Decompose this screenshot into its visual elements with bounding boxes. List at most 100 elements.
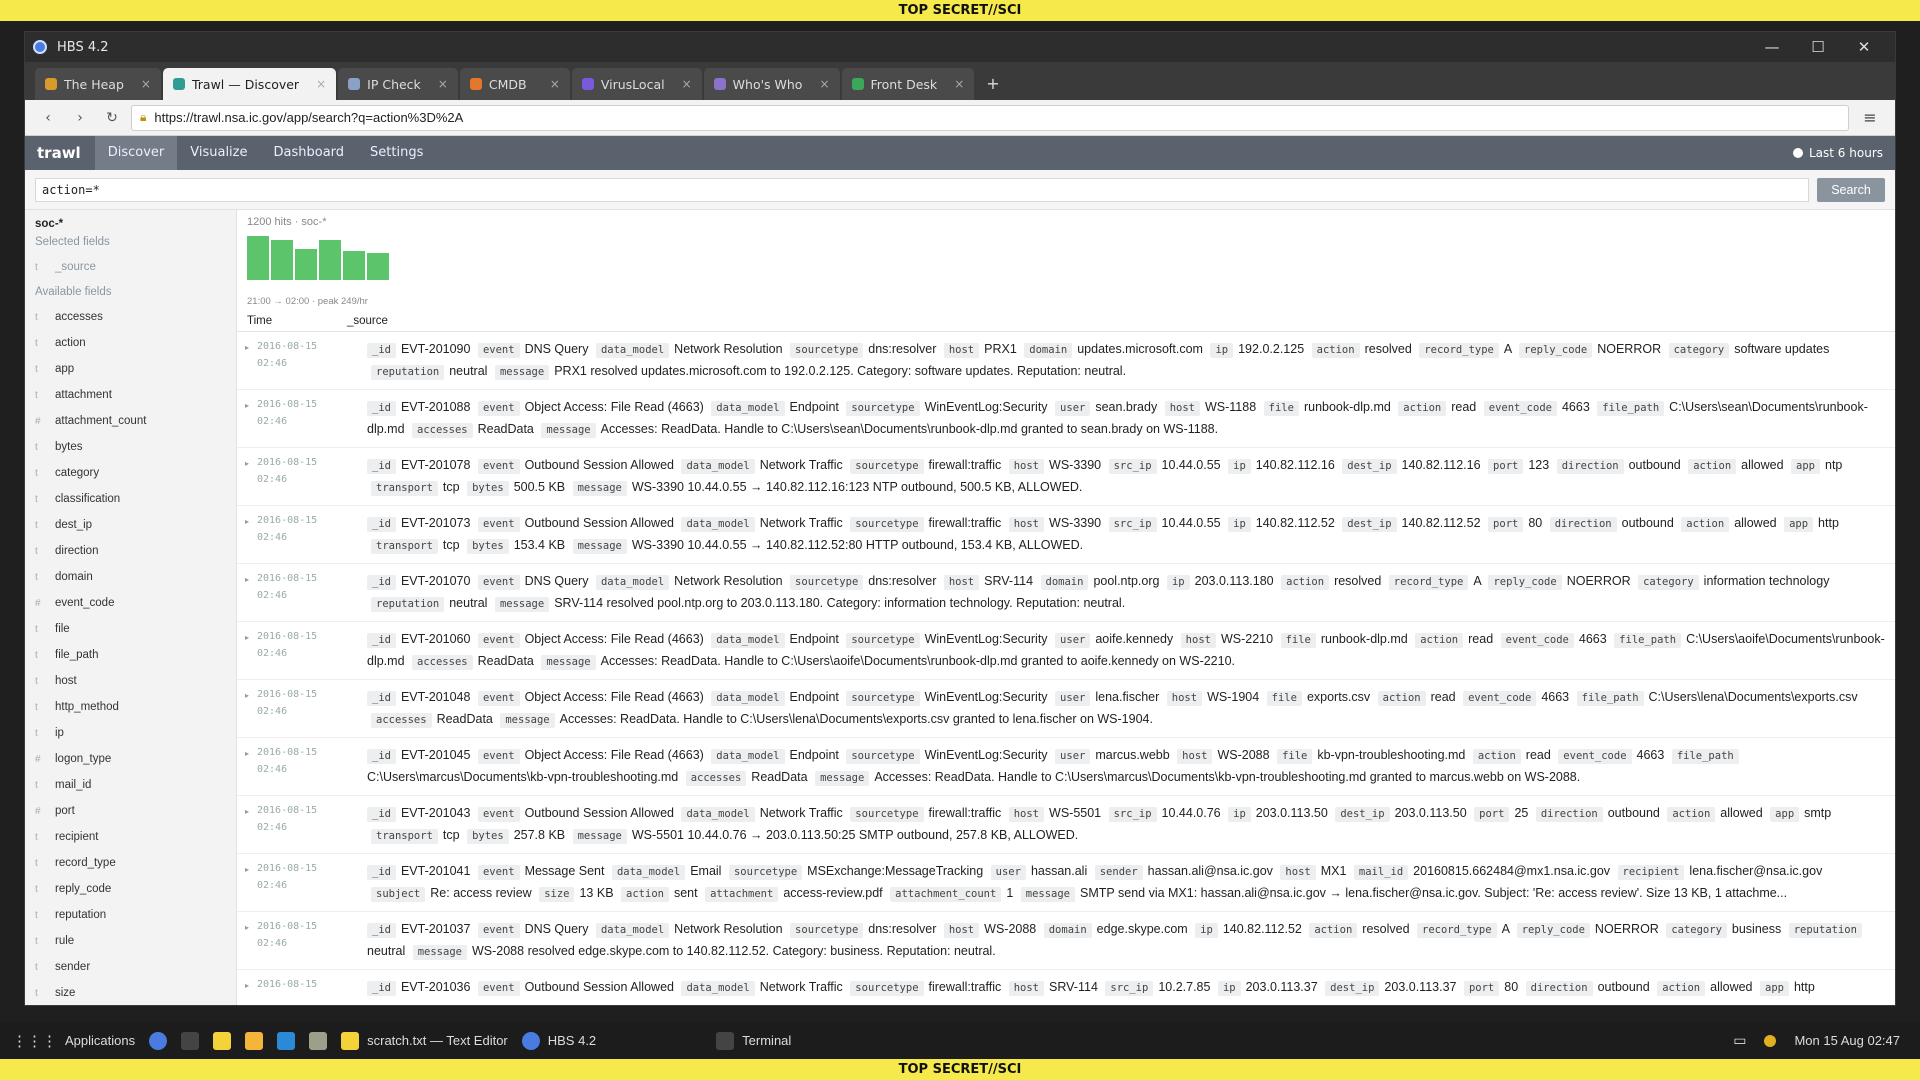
terminal-launcher-icon[interactable]	[181, 1031, 200, 1050]
field-domain[interactable]: t domain	[35, 564, 226, 590]
field-rule[interactable]: t rule	[35, 928, 226, 954]
field-key[interactable]: event_code	[1463, 691, 1537, 706]
field-key[interactable]: port	[1488, 459, 1524, 474]
field-key[interactable]: host	[1166, 691, 1203, 706]
field-key[interactable]: event	[477, 807, 520, 822]
field-size[interactable]: t size	[35, 980, 226, 1005]
field-key[interactable]: action	[1311, 343, 1360, 358]
field-key[interactable]: app	[1791, 459, 1820, 474]
field-key[interactable]: user	[1055, 401, 1091, 416]
field-key[interactable]: data_model	[681, 459, 755, 474]
field-key[interactable]: reply_code	[1519, 343, 1593, 358]
field-reply-code[interactable]: t reply_code	[35, 876, 226, 902]
back-icon[interactable]: ‹	[35, 110, 61, 126]
query-input[interactable]	[35, 177, 1809, 202]
tab-ip-check[interactable]: IP Check ×	[338, 68, 458, 100]
field-key[interactable]: action	[1472, 749, 1521, 764]
applications-menu[interactable]: ⋮⋮⋮ Applications	[12, 1032, 135, 1050]
display-icon[interactable]: ▭	[1733, 1032, 1746, 1049]
field-key[interactable]: data_model	[711, 401, 785, 416]
field-key[interactable]: data_model	[681, 981, 755, 996]
field-key[interactable]: accesses	[371, 713, 432, 728]
field-attachment[interactable]: t attachment	[35, 382, 226, 408]
field-key[interactable]: _id	[367, 981, 396, 996]
field-key[interactable]: file_path	[1597, 401, 1665, 416]
field-key[interactable]: event	[477, 691, 520, 706]
field-key[interactable]: category	[1666, 923, 1727, 938]
field-key[interactable]: event	[477, 923, 520, 938]
time-picker[interactable]: Last 6 hours	[1793, 146, 1895, 160]
field-key[interactable]: event	[477, 981, 520, 996]
nav-visualize[interactable]: Visualize	[177, 136, 260, 170]
field-key[interactable]: event	[477, 633, 520, 648]
expand-row-icon[interactable]: ▸	[237, 686, 257, 737]
reload-icon[interactable]: ↻	[99, 110, 125, 126]
table-row[interactable]: ▸ 2016-08-15 02:46 _id EVT-201048 event Objec…	[237, 680, 1895, 738]
tab-close-icon[interactable]: ×	[306, 77, 326, 91]
field-bytes[interactable]: t bytes	[35, 434, 226, 460]
field-key[interactable]: host	[1180, 633, 1216, 648]
field-key[interactable]: data_model	[681, 807, 755, 822]
field-key[interactable]: host	[943, 923, 980, 938]
field-key[interactable]: _id	[367, 923, 396, 938]
field-key[interactable]: file	[1280, 633, 1316, 648]
field-key[interactable]: message	[572, 829, 627, 844]
field-key[interactable]: message	[412, 945, 467, 960]
field-key[interactable]: ip	[1195, 923, 1218, 938]
field-key[interactable]: data_model	[595, 575, 670, 590]
field-category[interactable]: t category	[35, 460, 226, 486]
search-button[interactable]: Search	[1817, 177, 1885, 202]
histogram-bar[interactable]	[343, 251, 365, 280]
field-key[interactable]: file_path	[1614, 633, 1682, 648]
field-key[interactable]: sourcetype	[790, 575, 864, 590]
field-key[interactable]: _id	[367, 807, 396, 822]
field-file[interactable]: t file	[35, 616, 226, 642]
field-key[interactable]: data_model	[595, 343, 670, 358]
tab-front-desk[interactable]: Front Desk ×	[841, 68, 975, 100]
field-key[interactable]: subject	[371, 887, 426, 902]
field-key[interactable]: attachment_count	[890, 887, 1002, 902]
field-key[interactable]: host	[1008, 981, 1045, 996]
field-key[interactable]: action	[1681, 517, 1730, 532]
field-key[interactable]: bytes	[467, 829, 509, 844]
field-key[interactable]: app	[1770, 807, 1800, 822]
field-action[interactable]: t action	[35, 330, 226, 356]
field-key[interactable]: user	[1055, 749, 1091, 764]
taskbar-editor[interactable]: scratch.txt — Text Editor	[341, 1031, 508, 1050]
tab-close-icon[interactable]: ×	[540, 77, 560, 91]
field-key[interactable]: event	[477, 865, 520, 880]
histogram-bar[interactable]	[247, 236, 269, 280]
field-key[interactable]: event_code	[1483, 401, 1557, 416]
field-key[interactable]: message	[494, 597, 550, 612]
field-key[interactable]: file_path	[1576, 691, 1644, 706]
address-bar[interactable]: 🔒︎ https://trawl.nsa.ic.gov/app/search?q…	[131, 104, 1849, 131]
field-key[interactable]: action	[1667, 807, 1716, 822]
field-key[interactable]: _id	[367, 459, 396, 474]
field-key[interactable]: action	[621, 887, 669, 902]
table-row[interactable]: ▸ 2016-08-15 02:46 _id EVT-201073 event Outbo…	[237, 506, 1895, 564]
field-key[interactable]: mail_id	[1353, 865, 1409, 880]
field-key[interactable]: message	[572, 481, 627, 496]
field-direction[interactable]: t direction	[35, 538, 226, 564]
field-key[interactable]: domain	[1043, 923, 1092, 938]
forward-icon[interactable]: ›	[67, 110, 93, 126]
field-key[interactable]: transport	[371, 539, 438, 554]
field-key[interactable]: _id	[367, 633, 396, 648]
table-row[interactable]: ▸ 2016-08-15 02:46 _id EVT-201060 event Objec…	[237, 622, 1895, 680]
field-key[interactable]: host	[1177, 749, 1213, 764]
histogram-bar[interactable]	[295, 249, 317, 280]
expand-row-icon[interactable]: ▸	[237, 396, 257, 447]
field-key[interactable]: action	[1688, 459, 1737, 474]
field-reputation[interactable]: t reputation	[35, 902, 226, 928]
field-key[interactable]: dest_ip	[1335, 807, 1390, 822]
tab-trawl-discover[interactable]: Trawl — Discover ×	[162, 68, 337, 100]
field-key[interactable]: app	[1760, 981, 1789, 996]
field-key[interactable]: _id	[367, 575, 396, 590]
field-key[interactable]: message	[500, 713, 555, 728]
field-key[interactable]: bytes	[467, 539, 509, 554]
taskbar-browser[interactable]: HBS 4.2	[521, 1031, 596, 1050]
expand-row-icon[interactable]: ▸	[237, 512, 257, 563]
field-key[interactable]: ip	[1210, 343, 1234, 358]
archive-launcher-icon[interactable]	[309, 1031, 328, 1050]
field-key[interactable]: ip	[1166, 575, 1190, 590]
